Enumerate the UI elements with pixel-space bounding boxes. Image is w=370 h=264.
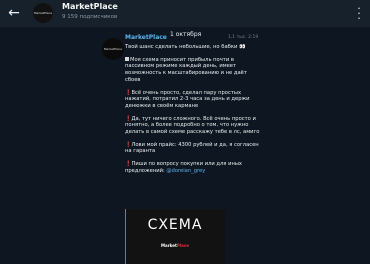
message-views-time: 1,1 тыс. 2:19 bbox=[228, 35, 259, 40]
message-avatar[interactable]: MarketPlace bbox=[102, 38, 124, 60]
message-paragraph: ❗Пиши по вопросу покупки или для иных пр… bbox=[125, 161, 243, 174]
channel-avatar[interactable]: MarketPlace bbox=[33, 3, 53, 23]
avatar-logo-text: MarketPlace bbox=[33, 11, 53, 15]
eyes-emoji-icon: 👀 bbox=[238, 44, 246, 50]
media-preview[interactable]: СХЕМА MarketPlace bbox=[125, 209, 225, 264]
message-bubble: MarketPlace 1,1 тыс. 2:19 Твой шанс сдел… bbox=[122, 34, 264, 264]
message-paragraph: ❗Да, тут ничего сложного. Всё очень прос… bbox=[125, 115, 260, 136]
message-paragraph: Моя схема приносит прибыль почти в пасси… bbox=[125, 56, 247, 83]
channel-header: ← MarketPlace MarketPlace 9 159 подписчи… bbox=[0, 0, 370, 27]
message-paragraph: ❗Лови мой прайс: 4300 рублей и да, я сог… bbox=[125, 141, 259, 155]
more-vertical-icon[interactable]: · · · bbox=[356, 3, 362, 24]
message-paragraph: ❗Всё очень просто, сделал пару простых н… bbox=[125, 89, 250, 109]
avatar-logo-text: MarketPlace bbox=[103, 47, 123, 51]
media-brand-logo: MarketPlace bbox=[161, 243, 189, 248]
subscriber-count: 9 159 подписчиков bbox=[62, 14, 118, 20]
media-title: СХЕМА bbox=[147, 217, 203, 233]
message-text: Твой шанс сделать небольшие, но бабки 👀 … bbox=[125, 44, 263, 181]
message-paragraph: Твой шанс сделать небольшие, но бабки 👀 bbox=[125, 44, 246, 50]
message-sender[interactable]: MarketPlace bbox=[125, 34, 167, 41]
contact-link[interactable]: @doreian_grey bbox=[166, 168, 205, 174]
channel-title[interactable]: MarketPlace bbox=[62, 2, 118, 11]
arrow-left-icon[interactable]: ← bbox=[6, 6, 22, 20]
square-bullet-icon bbox=[125, 56, 129, 61]
